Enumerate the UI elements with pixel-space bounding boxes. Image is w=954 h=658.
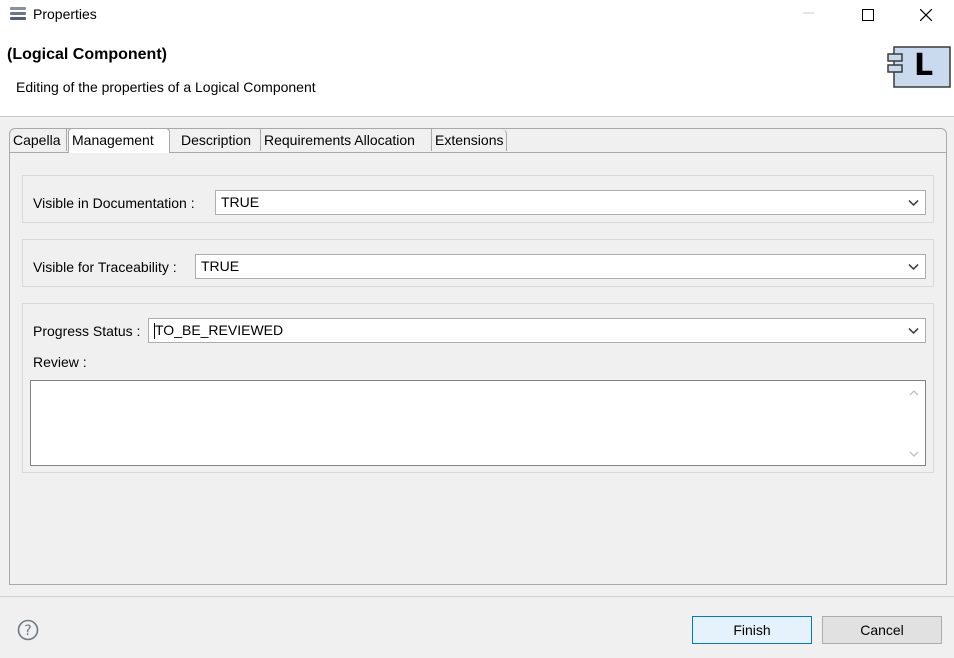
svg-text:?: ?	[24, 623, 31, 639]
tab-extensions[interactable]: Extensions	[432, 129, 507, 151]
finish-button[interactable]: Finish	[692, 616, 812, 644]
dialog-description: Editing of the properties of a Logical C…	[16, 79, 316, 95]
maximize-button[interactable]	[845, 0, 891, 30]
tab-description[interactable]: Description	[178, 129, 261, 151]
close-button[interactable]	[903, 0, 949, 30]
progress-status-select[interactable]: TO_BE_REVIEWED	[148, 318, 926, 343]
help-icon: ?	[17, 619, 39, 641]
help-button[interactable]: ?	[17, 619, 39, 641]
scroll-up-icon[interactable]	[909, 389, 919, 396]
progress-status-value: TO_BE_REVIEWED	[155, 322, 284, 338]
tab-capella[interactable]: Capella	[10, 129, 67, 151]
stack-icon	[8, 6, 28, 24]
chevron-down-icon	[908, 263, 919, 271]
logical-component-icon: L	[886, 45, 952, 89]
chevron-down-icon	[908, 199, 919, 207]
window-titlebar: Properties	[0, 0, 954, 30]
visible-for-traceability-label: Visible for Traceability :	[33, 259, 177, 275]
visible-in-documentation-label: Visible in Documentation :	[33, 195, 195, 211]
visible-in-documentation-select[interactable]: TRUE	[215, 190, 926, 215]
tab-management[interactable]: Management	[68, 128, 170, 153]
dialog-header: (Logical Component) Editing of the prope…	[0, 30, 954, 117]
visible-for-traceability-select[interactable]: TRUE	[195, 254, 926, 279]
minimize-button[interactable]	[786, 0, 832, 30]
chevron-down-icon	[908, 327, 919, 335]
visible-in-documentation-value: TRUE	[221, 194, 260, 210]
close-icon	[920, 9, 932, 21]
window-title: Properties	[33, 6, 97, 22]
review-textarea[interactable]	[30, 380, 926, 466]
review-label: Review :	[33, 354, 87, 370]
cancel-button[interactable]: Cancel	[822, 616, 942, 644]
minimize-icon	[803, 12, 814, 14]
scroll-down-icon[interactable]	[909, 451, 919, 458]
visible-for-traceability-value: TRUE	[201, 258, 240, 274]
dialog-title: (Logical Component)	[7, 46, 167, 63]
component-icon-letter: L	[914, 48, 934, 83]
progress-status-label: Progress Status :	[33, 323, 141, 339]
footer-divider	[0, 596, 954, 597]
tab-requirements-allocation[interactable]: Requirements Allocation	[261, 129, 432, 151]
maximize-icon	[862, 9, 874, 21]
